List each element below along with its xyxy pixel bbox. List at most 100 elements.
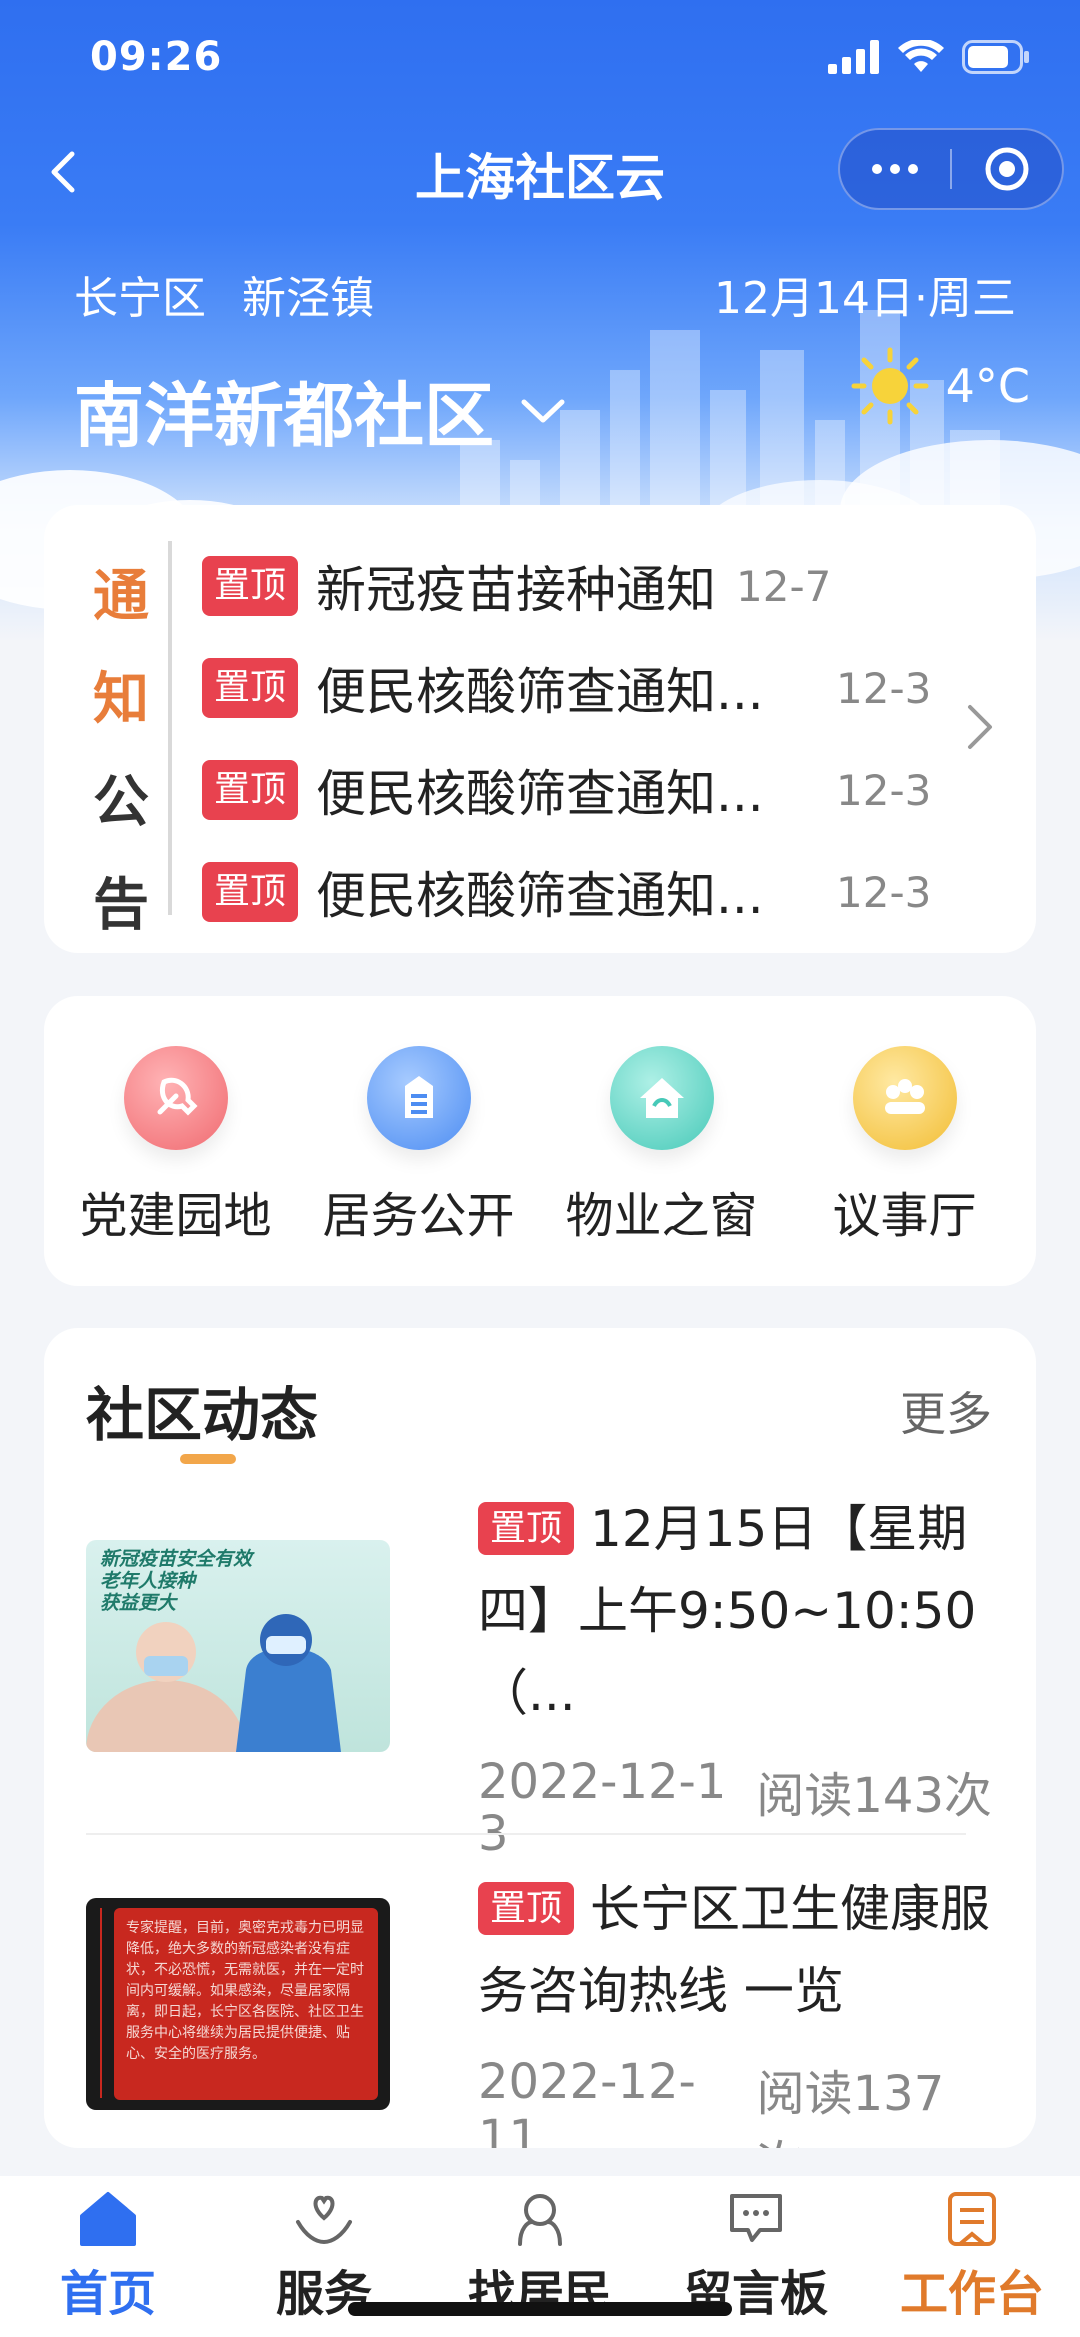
notice-item[interactable]: 置顶 便民核酸筛查通知... 12-3 xyxy=(202,841,972,943)
notice-tag-char: 告 xyxy=(93,873,149,938)
signal-icon xyxy=(828,40,879,74)
pinned-badge: 置顶 xyxy=(478,1502,575,1555)
notice-title: 便民核酸筛查通知... xyxy=(316,765,764,823)
heart-hand-icon xyxy=(296,2195,352,2245)
more-dot-icon xyxy=(890,164,901,174)
town-label: 新泾镇 xyxy=(242,273,374,324)
navigation-bar: 上海社区云 xyxy=(0,128,1080,218)
news-thumbnail: 专家提醒，目前，奥密克戎毒力已明显降低，绝大多数的新冠感染者没有症状，不必恐慌，… xyxy=(86,1898,390,2110)
notice-title: 便民核酸筛查通知... xyxy=(316,867,764,925)
notice-tag: 通 知 公 告 xyxy=(86,551,156,941)
tab-label: 工作台 xyxy=(899,2266,1044,2322)
chevron-right-icon[interactable] xyxy=(962,701,996,753)
menu-label: 党建园地 xyxy=(79,1188,272,1244)
pinned-badge: 置顶 xyxy=(202,658,299,718)
read-count: 阅读143次 xyxy=(756,1768,992,1824)
community-selector[interactable]: 南洋新都社区 xyxy=(74,360,568,461)
tab-home[interactable]: 首页 xyxy=(0,2176,216,2337)
close-mini-program-button[interactable] xyxy=(952,146,1062,192)
thumbnail-line xyxy=(100,1908,102,2098)
wifi-icon xyxy=(898,40,944,72)
party-icon xyxy=(123,1046,228,1150)
notice-list: 置顶 新冠疫苗接种通知 12-7 置顶 便民核酸筛查通知... 12-3 置顶 … xyxy=(202,535,972,943)
news-item[interactable]: 专家提醒，目前，奥密克戎毒力已明显降低，绝大多数的新冠感染者没有症状，不必恐慌，… xyxy=(86,1868,992,2148)
status-bar: 09:26 xyxy=(0,0,1080,120)
sun-icon xyxy=(851,347,929,425)
thumbnail-text: 专家提醒，目前，奥密克戎毒力已明显降低，绝大多数的新冠感染者没有症状，不必恐慌，… xyxy=(114,1908,378,2100)
weather-widget: 4°C xyxy=(850,346,1030,426)
message-icon xyxy=(730,2194,782,2242)
notice-item[interactable]: 置顶 便民核酸筛查通知... 12-3 xyxy=(202,739,972,841)
menu-label: 居务公开 xyxy=(322,1188,515,1244)
thumbnail-caption-line: 老年人接种 xyxy=(100,1570,196,1592)
battery-icon xyxy=(962,40,1029,74)
chevron-down-icon xyxy=(521,399,565,422)
menu-item-property[interactable]: 物业之窗 xyxy=(542,1046,782,1286)
menu-label: 议事厅 xyxy=(832,1188,977,1244)
divider xyxy=(86,1833,966,1835)
community-name: 南洋新都社区 xyxy=(74,375,494,457)
notice-date: 12-7 xyxy=(736,561,832,611)
read-count: 阅读137次 xyxy=(756,2066,945,2148)
notice-item[interactable]: 置顶 便民核酸筛查通知... 12-3 xyxy=(202,637,972,739)
home-indicator xyxy=(348,2302,732,2316)
news-content: 置顶 12月15日【星期四】上午9:50~10:50（... 2022-12-13… xyxy=(478,1488,992,1860)
notice-card[interactable]: 通 知 公 告 置顶 新冠疫苗接种通知 12-7 置顶 便民核酸筛查通知... … xyxy=(44,505,1036,953)
target-circle-icon xyxy=(985,147,1029,191)
property-icon xyxy=(609,1046,714,1150)
menu-item-party[interactable]: 党建园地 xyxy=(56,1046,296,1286)
more-link[interactable]: 更多 xyxy=(900,1378,992,1444)
news-date: 2022-12-11 xyxy=(478,2054,696,2148)
notice-tag-char: 知 xyxy=(93,667,149,732)
community-row: 南洋新都社区 4°C xyxy=(74,347,1030,461)
notice-tag-char: 公 xyxy=(93,770,149,835)
location-area: 长宁区 新泾镇 xyxy=(74,262,374,326)
more-dot-icon xyxy=(908,164,919,174)
news-date: 2022-12-13 xyxy=(478,1754,727,1862)
notice-tag-char: 通 xyxy=(93,564,149,629)
notice-board-icon xyxy=(366,1046,471,1150)
notice-date: 12-3 xyxy=(836,663,932,713)
menu-item-council[interactable]: 议事厅 xyxy=(785,1046,1025,1286)
news-headline: 置顶 12月15日【星期四】上午9:50~10:50（... xyxy=(478,1488,992,1734)
pinned-badge: 置顶 xyxy=(202,556,299,616)
notice-divider xyxy=(168,541,172,915)
temperature-label: 4°C xyxy=(945,359,1030,413)
community-news-card: 社区动态 更多 新冠疫苗安全有效 老年人接种 获益更大 置顶 12月15日【星期四… xyxy=(44,1328,1036,2148)
pinned-badge: 置顶 xyxy=(202,760,299,820)
thumbnail-caption-line: 新冠疫苗安全有效 xyxy=(100,1548,253,1570)
news-headline: 置顶 长宁区卫生健康服务咨询热线 一览 xyxy=(478,1868,992,2032)
news-thumbnail: 新冠疫苗安全有效 老年人接种 获益更大 xyxy=(86,1540,390,1752)
quick-menu: 党建园地 居务公开 物业之窗 议事厅 xyxy=(44,996,1036,1286)
tab-label: 首页 xyxy=(59,2266,156,2322)
notice-date: 12-3 xyxy=(836,765,932,815)
home-icon xyxy=(80,2192,136,2246)
people-icon xyxy=(518,2194,562,2246)
notice-title: 便民核酸筛查通知... xyxy=(316,663,764,721)
news-content: 置顶长宁区卫生健康服务咨询热线 一览 2022-12-11 阅读137次 xyxy=(478,1868,992,2148)
mini-program-capsule xyxy=(838,128,1064,210)
menu-item-affairs[interactable]: 居务公开 xyxy=(299,1046,539,1286)
date-label: 12月14日·周三 xyxy=(714,273,1016,324)
menu-label: 物业之窗 xyxy=(565,1188,758,1244)
tab-workbench[interactable]: 工作台 xyxy=(864,2176,1080,2337)
title-underline xyxy=(180,1454,236,1464)
section-title: 社区动态 xyxy=(86,1381,319,1449)
more-button[interactable] xyxy=(840,164,950,174)
news-header: 社区动态 更多 xyxy=(86,1368,992,1464)
news-item[interactable]: 新冠疫苗安全有效 老年人接种 获益更大 置顶 12月15日【星期四】上午9:50~… xyxy=(86,1488,992,1860)
council-icon xyxy=(852,1046,957,1150)
vaccination-illustration xyxy=(86,1614,341,1752)
notice-date: 12-3 xyxy=(836,867,932,917)
more-dot-icon xyxy=(872,164,883,174)
pinned-badge: 置顶 xyxy=(202,862,299,922)
status-icons xyxy=(828,40,1030,74)
news-meta: 2022-12-11 阅读137次 xyxy=(478,2054,992,2148)
notice-title: 新冠疫苗接种通知 xyxy=(316,561,717,619)
pinned-badge: 置顶 xyxy=(478,1882,575,1935)
district-label: 长宁区 xyxy=(74,273,206,324)
notice-item[interactable]: 置顶 新冠疫苗接种通知 12-7 xyxy=(202,535,972,637)
status-time: 09:26 xyxy=(90,34,223,80)
clipboard-icon xyxy=(948,2192,996,2246)
news-meta: 2022-12-13 阅读143次 xyxy=(478,1756,992,1860)
